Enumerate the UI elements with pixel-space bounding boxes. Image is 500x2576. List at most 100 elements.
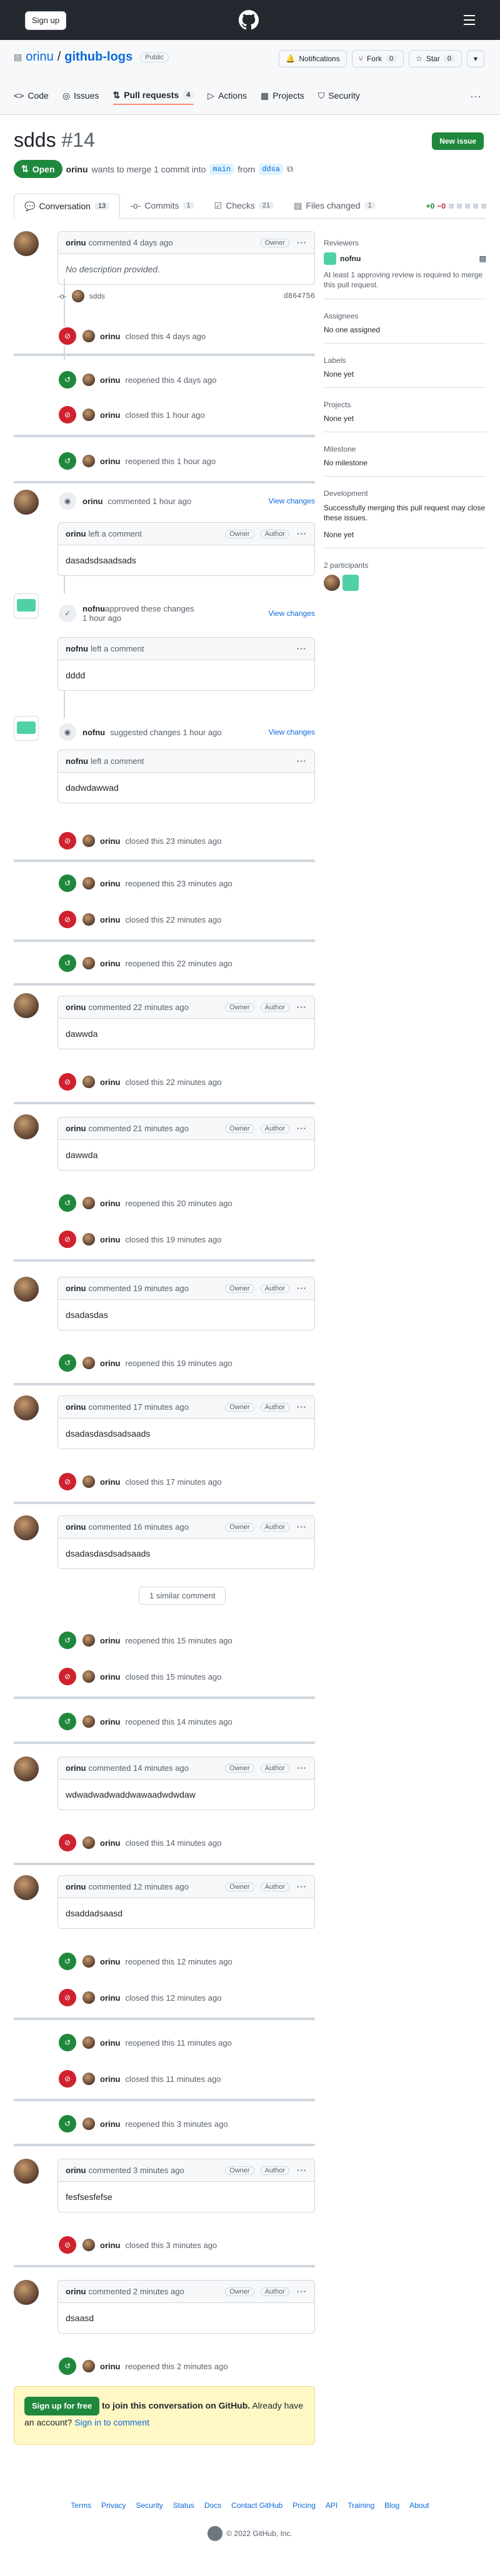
tab-pull-requests[interactable]: ⇅ Pull requests 4 bbox=[112, 86, 194, 105]
kebab-menu-icon[interactable]: ··· bbox=[297, 529, 307, 538]
avatar[interactable] bbox=[82, 877, 95, 889]
avatar[interactable] bbox=[82, 1197, 95, 1209]
event-user[interactable]: orinu bbox=[100, 1359, 121, 1368]
sign-up-button[interactable]: Sign up bbox=[25, 11, 67, 30]
footer-link[interactable]: API bbox=[326, 2501, 338, 2510]
more-icon[interactable]: ··· bbox=[470, 90, 481, 103]
kebab-menu-icon[interactable]: ··· bbox=[297, 238, 307, 247]
kebab-menu-icon[interactable]: ··· bbox=[297, 2287, 307, 2296]
kebab-menu-icon[interactable]: ··· bbox=[297, 2166, 307, 2175]
avatar[interactable] bbox=[14, 1756, 39, 1781]
avatar[interactable] bbox=[82, 1670, 95, 1683]
comment-author[interactable]: orinu bbox=[66, 1402, 86, 1412]
avatar[interactable] bbox=[82, 2360, 95, 2372]
event-user[interactable]: orinu bbox=[100, 1717, 121, 1726]
event-user[interactable]: orinu bbox=[82, 497, 103, 506]
tab-files-changed[interactable]: ▤ Files changed 1 bbox=[284, 193, 386, 218]
event-user[interactable]: orinu bbox=[100, 959, 121, 968]
fork-button[interactable]: ⑂ Fork 0 bbox=[351, 50, 404, 67]
kebab-menu-icon[interactable]: ··· bbox=[297, 756, 307, 766]
avatar[interactable] bbox=[82, 2239, 95, 2251]
avatar[interactable] bbox=[14, 231, 39, 256]
avatar[interactable] bbox=[14, 490, 39, 515]
event-user[interactable]: orinu bbox=[100, 1957, 121, 1966]
kebab-menu-icon[interactable]: ··· bbox=[297, 1763, 307, 1773]
comment-author[interactable]: orinu bbox=[66, 2287, 86, 2296]
comment-author[interactable]: orinu bbox=[66, 238, 86, 247]
view-changes-link[interactable]: View changes bbox=[269, 609, 316, 618]
event-user[interactable]: orinu bbox=[100, 332, 121, 341]
commit-sha[interactable]: d864756 bbox=[284, 292, 315, 300]
star-dropdown-button[interactable]: ▾ bbox=[466, 50, 484, 67]
comment-author[interactable]: orinu bbox=[66, 1763, 86, 1773]
avatar[interactable] bbox=[14, 1515, 39, 1540]
event-user[interactable]: orinu bbox=[100, 1477, 121, 1487]
avatar[interactable] bbox=[14, 1114, 39, 1139]
avatar[interactable] bbox=[82, 1634, 95, 1647]
footer-link[interactable]: About bbox=[409, 2501, 429, 2510]
event-user[interactable]: orinu bbox=[100, 457, 121, 466]
copy-icon[interactable]: ⧉ bbox=[287, 164, 293, 174]
comment-author[interactable]: orinu bbox=[66, 529, 86, 538]
comment-author[interactable]: orinu bbox=[66, 1882, 86, 1891]
avatar[interactable] bbox=[14, 1277, 39, 1302]
sign-up-for-free-button[interactable]: Sign up for free bbox=[24, 2397, 100, 2415]
tab-commits[interactable]: -o- Commits 1 bbox=[120, 193, 204, 218]
avatar[interactable] bbox=[82, 409, 95, 421]
avatar[interactable] bbox=[82, 1715, 95, 1728]
github-logo-icon[interactable] bbox=[208, 2526, 223, 2541]
event-user[interactable]: orinu bbox=[100, 375, 121, 385]
footer-link[interactable]: Contact GitHub bbox=[231, 2501, 282, 2510]
comment-author[interactable]: orinu bbox=[66, 1124, 86, 1133]
comment-author[interactable]: nofnu bbox=[66, 644, 88, 653]
avatar[interactable] bbox=[82, 2118, 95, 2130]
avatar[interactable] bbox=[14, 1395, 39, 1420]
tab-code[interactable]: <> Code bbox=[14, 86, 49, 105]
event-user[interactable]: orinu bbox=[100, 1235, 121, 1244]
avatar[interactable] bbox=[324, 575, 340, 591]
event-user[interactable]: orinu bbox=[100, 1838, 121, 1848]
avatar[interactable] bbox=[342, 575, 359, 591]
avatar[interactable] bbox=[82, 957, 95, 969]
event-user[interactable]: orinu bbox=[100, 879, 121, 888]
kebab-menu-icon[interactable]: ··· bbox=[297, 1402, 307, 1412]
commit-message[interactable]: sdds bbox=[89, 292, 105, 300]
avatar[interactable] bbox=[82, 2073, 95, 2085]
event-user[interactable]: orinu bbox=[100, 1672, 121, 1682]
footer-link[interactable]: Status bbox=[173, 2501, 194, 2510]
tab-checks[interactable]: ☑ Checks 21 bbox=[204, 193, 284, 218]
avatar[interactable] bbox=[82, 374, 95, 386]
kebab-menu-icon[interactable]: ··· bbox=[297, 1882, 307, 1891]
kebab-menu-icon[interactable]: ··· bbox=[297, 1003, 307, 1012]
footer-link[interactable]: Terms bbox=[71, 2501, 91, 2510]
footer-link[interactable]: Training bbox=[348, 2501, 374, 2510]
reviewer-name[interactable]: nofnu bbox=[340, 254, 361, 263]
avatar[interactable] bbox=[82, 1955, 95, 1968]
avatar[interactable] bbox=[82, 835, 95, 847]
avatar[interactable] bbox=[14, 2159, 39, 2184]
tab-security[interactable]: ⛉ Security bbox=[318, 86, 360, 105]
footer-link[interactable]: Pricing bbox=[292, 2501, 316, 2510]
new-issue-button[interactable]: New issue bbox=[432, 132, 484, 150]
avatar[interactable] bbox=[82, 1991, 95, 2004]
base-branch[interactable]: main bbox=[209, 163, 234, 175]
event-user[interactable]: orinu bbox=[100, 2241, 121, 2250]
event-user[interactable]: orinu bbox=[100, 1077, 121, 1087]
sign-in-link[interactable]: Sign in to comment bbox=[74, 2417, 149, 2427]
kebab-menu-icon[interactable]: ··· bbox=[297, 1284, 307, 1293]
event-user[interactable]: orinu bbox=[100, 2074, 121, 2084]
kebab-menu-icon[interactable]: ··· bbox=[297, 644, 307, 653]
footer-link[interactable]: Blog bbox=[384, 2501, 399, 2510]
event-user[interactable]: nofnu bbox=[82, 728, 105, 737]
comment-author[interactable]: orinu bbox=[66, 1003, 86, 1012]
view-changes-link[interactable]: View changes bbox=[269, 728, 316, 736]
comment-author[interactable]: orinu bbox=[66, 1284, 86, 1293]
event-user[interactable]: nofnu bbox=[82, 604, 105, 613]
avatar[interactable] bbox=[82, 1836, 95, 1849]
avatar[interactable] bbox=[82, 2036, 95, 2049]
tab-issues[interactable]: ◎ Issues bbox=[62, 86, 99, 105]
avatar[interactable] bbox=[82, 1076, 95, 1088]
head-branch[interactable]: ddsa bbox=[259, 163, 283, 175]
avatar[interactable] bbox=[82, 913, 95, 926]
notifications-button[interactable]: 🔔 Notifications bbox=[279, 50, 347, 67]
